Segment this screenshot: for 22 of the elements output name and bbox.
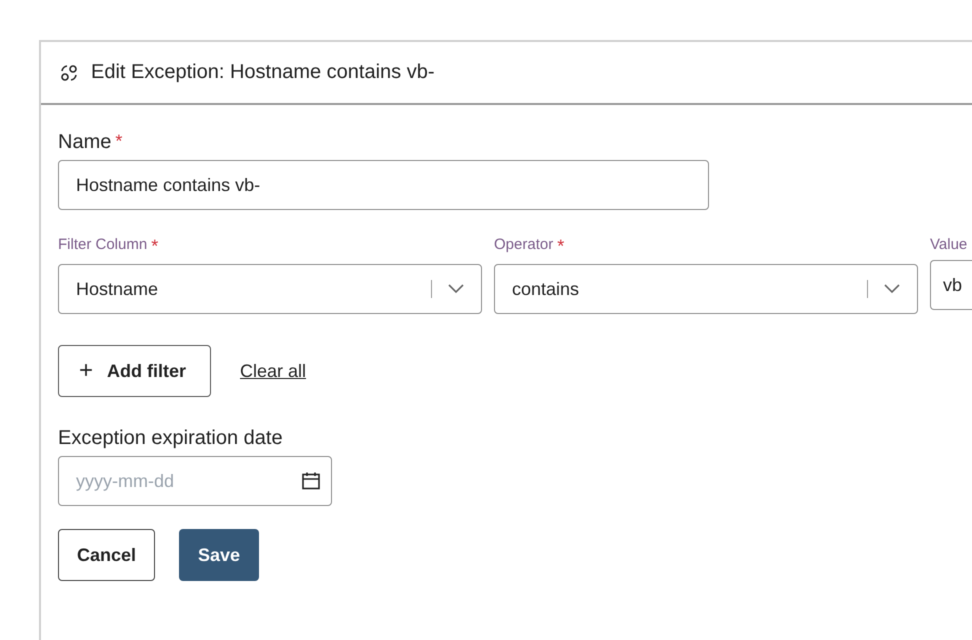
- value-field[interactable]: vb: [930, 260, 972, 310]
- field-label: Name: [58, 131, 112, 154]
- chevron-down-icon: [448, 284, 464, 294]
- save-button[interactable]: Save: [179, 529, 259, 581]
- dropdown-field[interactable]: Hostname: [58, 264, 482, 314]
- dialog-title: Edit Exception: Hostname contains vb-: [91, 61, 435, 84]
- field-label: Operator: [494, 236, 554, 253]
- calendar-icon: [301, 471, 321, 491]
- add-filter-button[interactable]: + Add filter: [58, 345, 211, 397]
- clear-all-link[interactable]: Clear all: [240, 360, 306, 382]
- field-label: Exception expiration date: [58, 427, 283, 450]
- required-mark: *: [557, 236, 564, 257]
- date-field[interactable]: yyyy-mm-dd: [58, 456, 332, 506]
- field-label: Filter Column: [58, 236, 148, 253]
- chevron-down-icon: [884, 284, 900, 294]
- required-mark: *: [151, 236, 158, 257]
- field-label: Value: [930, 236, 968, 253]
- dropdown-field[interactable]: contains: [494, 264, 918, 314]
- required-mark: *: [115, 131, 122, 152]
- name-field[interactable]: Hostname contains vb-: [58, 160, 709, 210]
- cancel-button[interactable]: Cancel: [58, 529, 155, 581]
- link-icon: [60, 64, 78, 82]
